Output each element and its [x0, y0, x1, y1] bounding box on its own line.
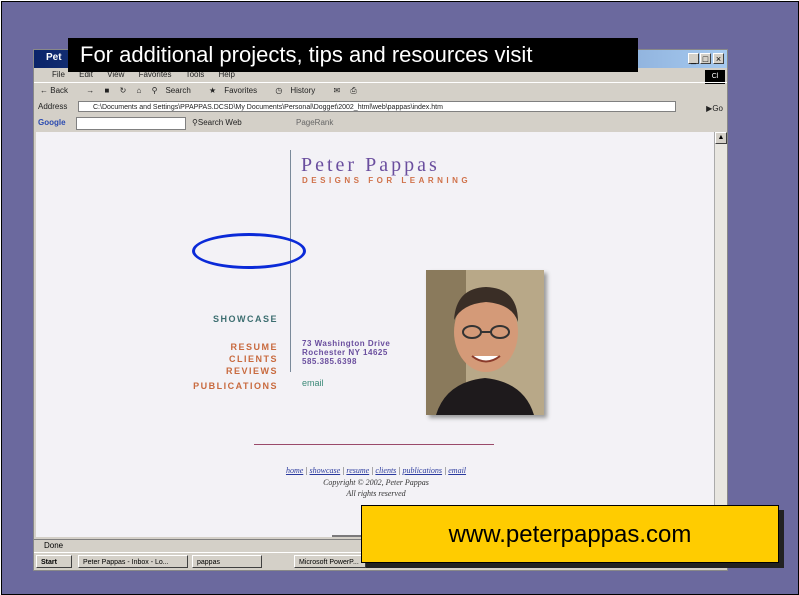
mail-icon[interactable]: ✉ — [333, 86, 340, 95]
window-title: Pet — [46, 52, 62, 63]
nav-showcase[interactable]: SHOWCASE — [213, 314, 278, 324]
go-label: Go — [712, 104, 723, 113]
nav-reviews[interactable]: REVIEWS — [226, 366, 278, 376]
back-button[interactable]: ← Back — [40, 86, 76, 95]
search-web-label: Search Web — [197, 118, 242, 127]
history-button[interactable]: ◷ History — [275, 86, 323, 95]
showcase-highlight-ellipse — [192, 233, 306, 269]
taskbar-item-powerpoint[interactable]: Microsoft PowerP... — [294, 555, 366, 568]
go-button[interactable]: ▶Go — [706, 101, 723, 115]
google-logo[interactable]: Google — [38, 118, 66, 127]
portrait-photo — [426, 270, 544, 415]
footer-link-clients[interactable]: clients — [375, 466, 396, 475]
footer-nav: home | showcase | resume | clients | pub… — [36, 466, 716, 475]
menu-file[interactable]: File — [52, 70, 65, 79]
close-button[interactable]: × — [713, 53, 724, 64]
browser-window: Pet _ □ × Cl File Edit View Favorites To… — [33, 49, 728, 571]
nav-publications[interactable]: PUBLICATIONS — [193, 381, 278, 391]
copyright-text: Copyright © 2002, Peter Pappas — [323, 478, 429, 487]
footer-link-email[interactable]: email — [448, 466, 466, 475]
footer-link-resume[interactable]: resume — [346, 466, 369, 475]
site-name: Peter Pappas — [301, 154, 440, 176]
scroll-up-button[interactable]: ▲ — [715, 132, 727, 144]
nav-clients[interactable]: CLIENTS — [229, 354, 278, 364]
history-label: History — [290, 86, 316, 95]
home-button[interactable]: ⌂ — [137, 86, 142, 95]
address-input[interactable]: C:\Documents and Settings\PPAPPAS.DCSD\M… — [78, 101, 676, 112]
minimize-button[interactable]: _ — [688, 53, 699, 64]
horizontal-divider — [254, 444, 494, 445]
rights-text: All rights reserved — [346, 489, 406, 498]
favorites-button[interactable]: ★ Favorites — [209, 86, 265, 95]
page-content: Peter Pappas DESIGNS FOR LEARNING SHOWCA… — [36, 132, 716, 537]
google-toolbar: Google ⚲Search Web PageRank — [34, 115, 727, 131]
phone-number: 585.385.6398 — [302, 357, 357, 366]
address-line-1: 73 Washington Drive — [302, 339, 391, 348]
address-bar: Address C:\Documents and Settings\PPAPPA… — [34, 99, 727, 115]
address-line-2: Rochester NY 14625 — [302, 348, 388, 357]
promo-banner: For additional projects, tips and resour… — [68, 38, 638, 72]
footer-link-showcase[interactable]: showcase — [310, 466, 341, 475]
start-button[interactable]: Start — [36, 555, 72, 568]
google-search-input[interactable] — [76, 117, 186, 130]
status-text: Done — [44, 541, 64, 550]
address-label: Address — [38, 102, 68, 111]
taskbar-item-pappas[interactable]: pappas — [192, 555, 262, 568]
print-icon[interactable]: ⎙ — [350, 86, 356, 95]
search-label: Search — [165, 86, 191, 95]
stop-button[interactable]: ■ — [105, 86, 110, 95]
slide-background: Pet _ □ × Cl File Edit View Favorites To… — [1, 1, 799, 595]
taskbar-item-outlook[interactable]: Peter Pappas - Inbox - Lo... — [78, 555, 188, 568]
pagerank-indicator: PageRank — [296, 118, 334, 127]
search-button[interactable]: ⚲ Search — [152, 86, 199, 95]
forward-button[interactable]: → — [86, 86, 94, 95]
favorites-label: Favorites — [224, 86, 258, 95]
clock-icon: ◷ — [275, 86, 283, 95]
star-icon: ★ — [209, 86, 217, 95]
google-search-web-button[interactable]: ⚲Search Web — [192, 115, 242, 131]
footer-link-home[interactable]: home — [286, 466, 303, 475]
refresh-button[interactable]: ↻ — [120, 86, 127, 95]
back-label: Back — [50, 86, 69, 95]
email-link[interactable]: email — [302, 378, 324, 388]
maximize-button[interactable]: □ — [700, 53, 711, 64]
nav-resume[interactable]: RESUME — [230, 342, 278, 352]
search-icon: ⚲ — [151, 86, 158, 95]
footer-link-publications[interactable]: publications — [402, 466, 442, 475]
website-url-callout: www.peterpappas.com — [361, 505, 779, 563]
site-tagline: DESIGNS FOR LEARNING — [302, 176, 472, 185]
standard-toolbar: ← Back → ■ ↻ ⌂ ⚲ Search ★ Favorites ◷ Histo… — [34, 82, 727, 98]
portrait-image — [426, 270, 544, 415]
vertical-scrollbar[interactable]: ▲ — [714, 132, 727, 537]
